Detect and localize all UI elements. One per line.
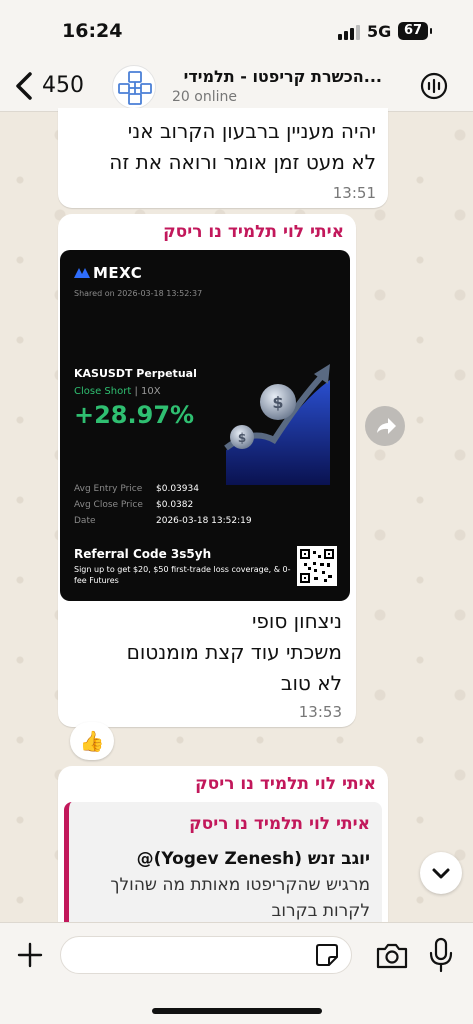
network-label: 5G: [367, 22, 392, 41]
message-line: יהיה מעניין ברבעון הקרוב אני: [127, 119, 376, 143]
mexc-logo: MEXC: [74, 264, 142, 282]
blockchain-icon: [118, 71, 152, 105]
scroll-down-button[interactable]: [420, 852, 462, 894]
microphone-icon[interactable]: [428, 937, 454, 973]
battery-icon: 67: [398, 22, 432, 40]
quoted-line: מרגיש שהקריפטו מאותת מה שהולך: [110, 875, 370, 895]
trade-leverage: 10X: [141, 386, 161, 397]
message-text: ניצחון סופי משכתי עוד קצת מומנטום לא טוב: [72, 606, 342, 699]
chevron-down-icon: [432, 868, 450, 879]
avg-close-label: Avg Close Price: [74, 500, 143, 510]
coins-chart-illustration: $ $: [224, 364, 330, 485]
trade-side: Close Short | 10X: [74, 386, 161, 397]
shared-date: Shared on 2026-03-18 13:52:37: [74, 289, 203, 298]
quoted-sender: איתי לוי תלמיד נו ריסק: [189, 814, 370, 834]
referral-description: Sign up to get $20, $50 first-trade loss…: [74, 565, 291, 585]
forward-button[interactable]: [365, 406, 405, 446]
message-time: 13:53: [298, 703, 342, 721]
message-line: משכתי עוד קצת מומנטום: [126, 640, 342, 664]
message-text: יהיה מעניין ברבעון הקרוב אני לא מעט זמן …: [61, 116, 376, 178]
message-line: ניצחון סופי: [251, 609, 342, 633]
reaction-badge[interactable]: 👍: [70, 722, 114, 760]
avg-close-value: $0.0382: [156, 500, 194, 510]
forward-arrow-icon: [377, 418, 396, 434]
chat-title[interactable]: הכשרת קריפטו - תלמידי...: [172, 67, 382, 86]
trade-card-image[interactable]: MEXC Shared on 2026-03-18 13:52:37 KASUS…: [60, 250, 350, 601]
trade-pnl: +28.97%: [74, 401, 195, 429]
svg-text:$: $: [272, 393, 283, 412]
avg-entry-value: $0.03934: [156, 484, 199, 494]
mexc-logo-icon: [74, 268, 90, 278]
trade-side-label: Close Short: [74, 386, 132, 397]
date-value: 2026-03-18 13:52:19: [156, 516, 252, 526]
voice-chat-icon[interactable]: [420, 72, 448, 100]
message-sender[interactable]: איתי לוי תלמיד נו ריסק: [163, 222, 344, 242]
camera-icon[interactable]: [375, 941, 409, 971]
date-label: Date: [74, 516, 96, 526]
message-line: לא טוב: [280, 671, 342, 695]
sticker-icon[interactable]: [314, 942, 340, 968]
plus-icon[interactable]: [16, 941, 44, 969]
svg-text:$: $: [238, 431, 246, 445]
trade-pair: KASUSDT Perpetual: [74, 367, 197, 380]
chat-subtitle: 20 online: [172, 89, 237, 105]
chat-header: 450 הכשרת קריפטו - תלמידי... 20 online: [0, 62, 473, 112]
avg-entry-label: Avg Entry Price: [74, 484, 143, 494]
trade-details: Avg Entry Price $0.03934 Avg Close Price $…: [74, 484, 252, 532]
message-sender[interactable]: איתי לוי תלמיד נו ריסק: [195, 774, 376, 794]
home-indicator: [152, 1008, 322, 1014]
back-chevron-icon[interactable]: [12, 70, 36, 102]
group-avatar[interactable]: [112, 65, 156, 109]
quoted-line: לקרות בקרוב: [271, 901, 370, 921]
mexc-brand-text: MEXC: [93, 264, 143, 282]
composer-bar: [0, 922, 473, 1024]
unread-count[interactable]: 450: [42, 73, 84, 98]
message-line: לא מעט זמן אומר ורואה את זה: [109, 150, 376, 174]
referral-code: Referral Code 3s5yh: [74, 547, 212, 561]
signal-icon: [338, 25, 360, 40]
quoted-text: יוגב זנש (Yogev Zenesh)@ מרגיש שהקריפטו …: [80, 846, 370, 924]
message-input[interactable]: [60, 936, 352, 974]
quoted-mention: יוגב זנש (Yogev Zenesh)@: [136, 849, 370, 869]
status-time: 16:24: [62, 20, 123, 42]
status-bar: 16:24 5G 67: [0, 0, 473, 62]
qr-code-icon: [297, 546, 337, 586]
message-time: 13:51: [332, 184, 376, 202]
message-bubble[interactable]: יהיה מעניין ברבעון הקרוב אני לא מעט זמן …: [58, 108, 388, 208]
